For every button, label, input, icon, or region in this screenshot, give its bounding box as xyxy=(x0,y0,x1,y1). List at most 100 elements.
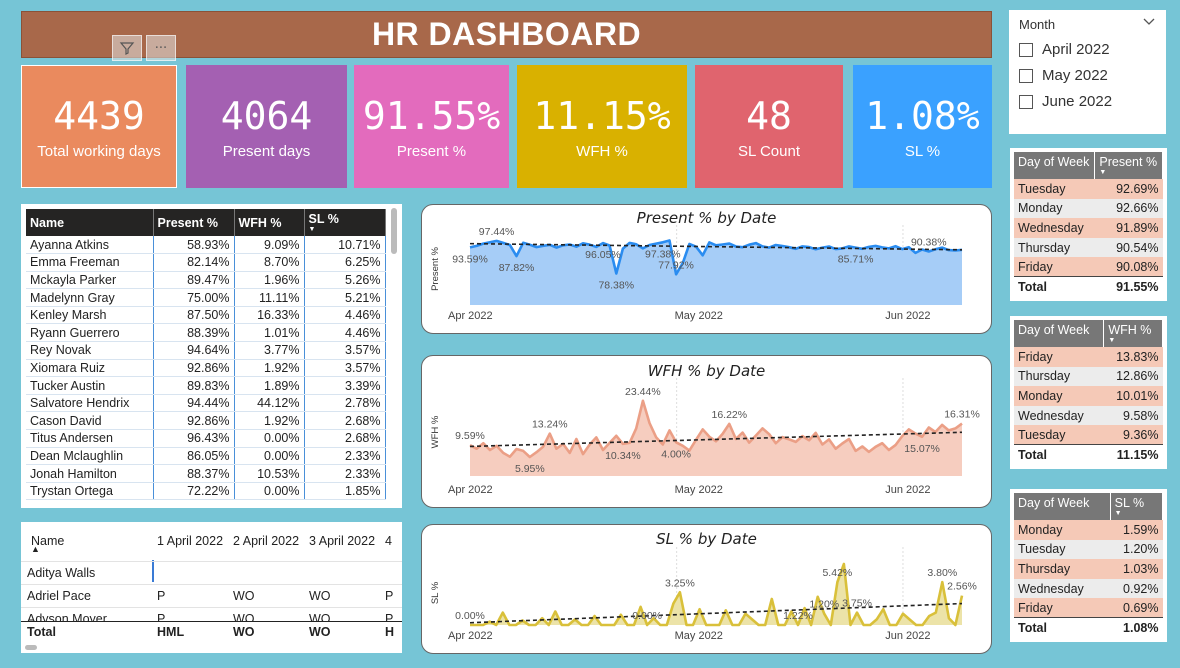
slicer-option-may[interactable]: May 2022 xyxy=(1019,67,1156,84)
table-cell: 82.14% xyxy=(153,253,235,272)
series-line[interactable] xyxy=(470,562,964,627)
table-row: Tucker Austin 89.83% 1.89% 3.39% xyxy=(26,376,386,395)
column-header[interactable]: Day of Week xyxy=(1014,152,1096,179)
table-row: Emma Freeman 82.14% 8.70% 6.25% xyxy=(26,253,386,272)
table-header-row: Day of Week SL % ▼ xyxy=(1014,493,1164,520)
column-header[interactable]: 1 April 2022 xyxy=(157,534,223,548)
data-label: 5.95% xyxy=(515,463,545,475)
table-cell: 10.53% xyxy=(234,464,305,483)
table-row: Tuesday 1.20% xyxy=(1014,539,1163,560)
table-cell: 3.77% xyxy=(234,341,305,360)
scrollbar[interactable] xyxy=(25,645,37,650)
matrix-cell: WO xyxy=(309,589,331,603)
table-cell: 75.00% xyxy=(153,288,235,307)
checkbox[interactable] xyxy=(1019,94,1033,109)
table-cell: 88.39% xyxy=(153,323,235,343)
slicer-option-june[interactable]: June 2022 xyxy=(1019,93,1156,110)
x-tick-label: May 2022 xyxy=(675,630,723,642)
data-label: 3.25% xyxy=(665,577,695,589)
table-cell: Total xyxy=(1014,617,1111,638)
table-cell: Thursday xyxy=(1014,559,1111,579)
kpi-total-working-days: 4439 Total working days xyxy=(21,65,177,188)
column-header[interactable]: SL % ▼ xyxy=(1110,493,1164,520)
kpi-label: Total working days xyxy=(37,143,161,160)
column-header[interactable]: WFH % ▼ xyxy=(1103,320,1163,347)
wfh-by-date-chart: WFH % by Date 9.59% 13.24% 5.95% 23.44% 10.3… xyxy=(421,355,992,508)
table-row: Xiomara Ruiz 92.86% 1.92% 3.57% xyxy=(26,359,386,378)
data-label: 78.38% xyxy=(598,279,634,291)
table-row: Wednesday 9.58% xyxy=(1014,405,1163,426)
table-cell: Tuesday xyxy=(1014,539,1111,560)
sort-icon: ▼ xyxy=(1114,510,1122,517)
data-label: 96.05% xyxy=(585,249,621,261)
filter-button[interactable] xyxy=(112,35,142,61)
table-cell: Tuesday xyxy=(1014,425,1104,445)
more-options-button[interactable]: ··· xyxy=(146,35,176,61)
table-cell: 2.78% xyxy=(304,394,386,413)
table-cell: Madelynn Gray xyxy=(26,288,154,307)
table-header-row: Name Present % WFH % SL % ▼ xyxy=(26,209,386,236)
table-row: Jonah Hamilton 88.37% 10.53% 2.33% xyxy=(26,464,386,483)
column-header[interactable]: SL % ▼ xyxy=(304,209,386,236)
kpi-label: WFH % xyxy=(576,143,628,160)
column-header[interactable]: Present % ▼ xyxy=(1094,152,1163,179)
table-row: Monday 1.59% xyxy=(1014,520,1163,540)
table-cell: 1.03% xyxy=(1110,559,1163,579)
data-label: 97.44% xyxy=(479,226,515,238)
y-axis-label: WFH % xyxy=(430,415,441,448)
column-header[interactable]: Present % xyxy=(153,209,235,236)
table-cell: 89.47% xyxy=(153,271,235,290)
table-cell: 58.93% xyxy=(153,236,235,255)
data-label: 0.00% xyxy=(455,610,485,622)
sort-icon: ▲ xyxy=(31,544,40,554)
table-cell: Xiomara Ruiz xyxy=(26,359,154,378)
table-row: Thursday 90.54% xyxy=(1014,237,1163,258)
sort-icon: ▼ xyxy=(1099,169,1107,176)
table-cell: 1.92% xyxy=(234,411,305,431)
wfh-by-day-table: Day of Week WFH % ▼ Friday 13.83% Thursday 12.… xyxy=(1010,316,1167,469)
data-label: 85.71% xyxy=(838,254,874,266)
table-cell: 11.11% xyxy=(234,288,305,307)
column-header[interactable]: Day of Week xyxy=(1014,493,1111,520)
present-by-date-chart: Present % by Date 93.59% 97.44% 87.82% 96.0… xyxy=(421,204,992,334)
kpi-value: 4439 xyxy=(53,94,145,138)
checkbox[interactable] xyxy=(1019,68,1033,83)
chevron-down-icon[interactable] xyxy=(1142,17,1156,27)
table-row: Monday 10.01% xyxy=(1014,386,1163,406)
filter-icon xyxy=(119,42,135,55)
table-cell: Emma Freeman xyxy=(26,253,154,272)
data-label: 5.42% xyxy=(822,567,852,579)
data-label: 4.00% xyxy=(661,448,691,460)
column-header[interactable]: Day of Week xyxy=(1014,320,1105,347)
sort-icon: ▼ xyxy=(1108,337,1116,344)
total-row: Total HML WO WO H xyxy=(21,621,402,643)
table-cell: Trystan Ortega xyxy=(26,482,154,501)
matrix-row: Adriel Pace P WO WO P xyxy=(21,584,402,607)
data-label: 16.22% xyxy=(711,409,747,421)
table-cell: Monday xyxy=(1014,386,1104,406)
checkbox[interactable] xyxy=(1019,42,1033,57)
slicer-option-april[interactable]: April 2022 xyxy=(1019,41,1156,58)
table-cell: 0.00% xyxy=(234,447,305,466)
column-header[interactable]: 3 April 2022 xyxy=(309,534,375,548)
column-header[interactable]: WFH % xyxy=(234,209,305,236)
table-cell: 90.08% xyxy=(1094,257,1163,277)
table-cell: 4.46% xyxy=(304,306,386,325)
column-header[interactable]: Name xyxy=(26,209,154,236)
table-cell: 0.00% xyxy=(234,429,305,448)
table-row: Ayanna Atkins 58.93% 9.09% 10.71% xyxy=(26,236,386,255)
kpi-sl-percent: 1.08% SL % xyxy=(853,65,992,188)
table-cell: Tucker Austin xyxy=(26,376,154,395)
table-cell: 1.59% xyxy=(1110,520,1163,540)
table-cell: 86.05% xyxy=(153,447,235,466)
table-cell: 92.66% xyxy=(1094,198,1163,219)
slicer-title: Month xyxy=(1019,17,1056,32)
column-header[interactable]: 4 xyxy=(385,534,392,548)
table-cell: Monday xyxy=(1014,198,1095,219)
data-label: 10.34% xyxy=(605,450,641,462)
table-row: Monday 92.66% xyxy=(1014,198,1163,219)
table-cell: 72.22% xyxy=(153,482,235,501)
kpi-label: Present days xyxy=(222,143,311,160)
scrollbar[interactable] xyxy=(391,208,397,254)
column-header[interactable]: 2 April 2022 xyxy=(233,534,299,548)
